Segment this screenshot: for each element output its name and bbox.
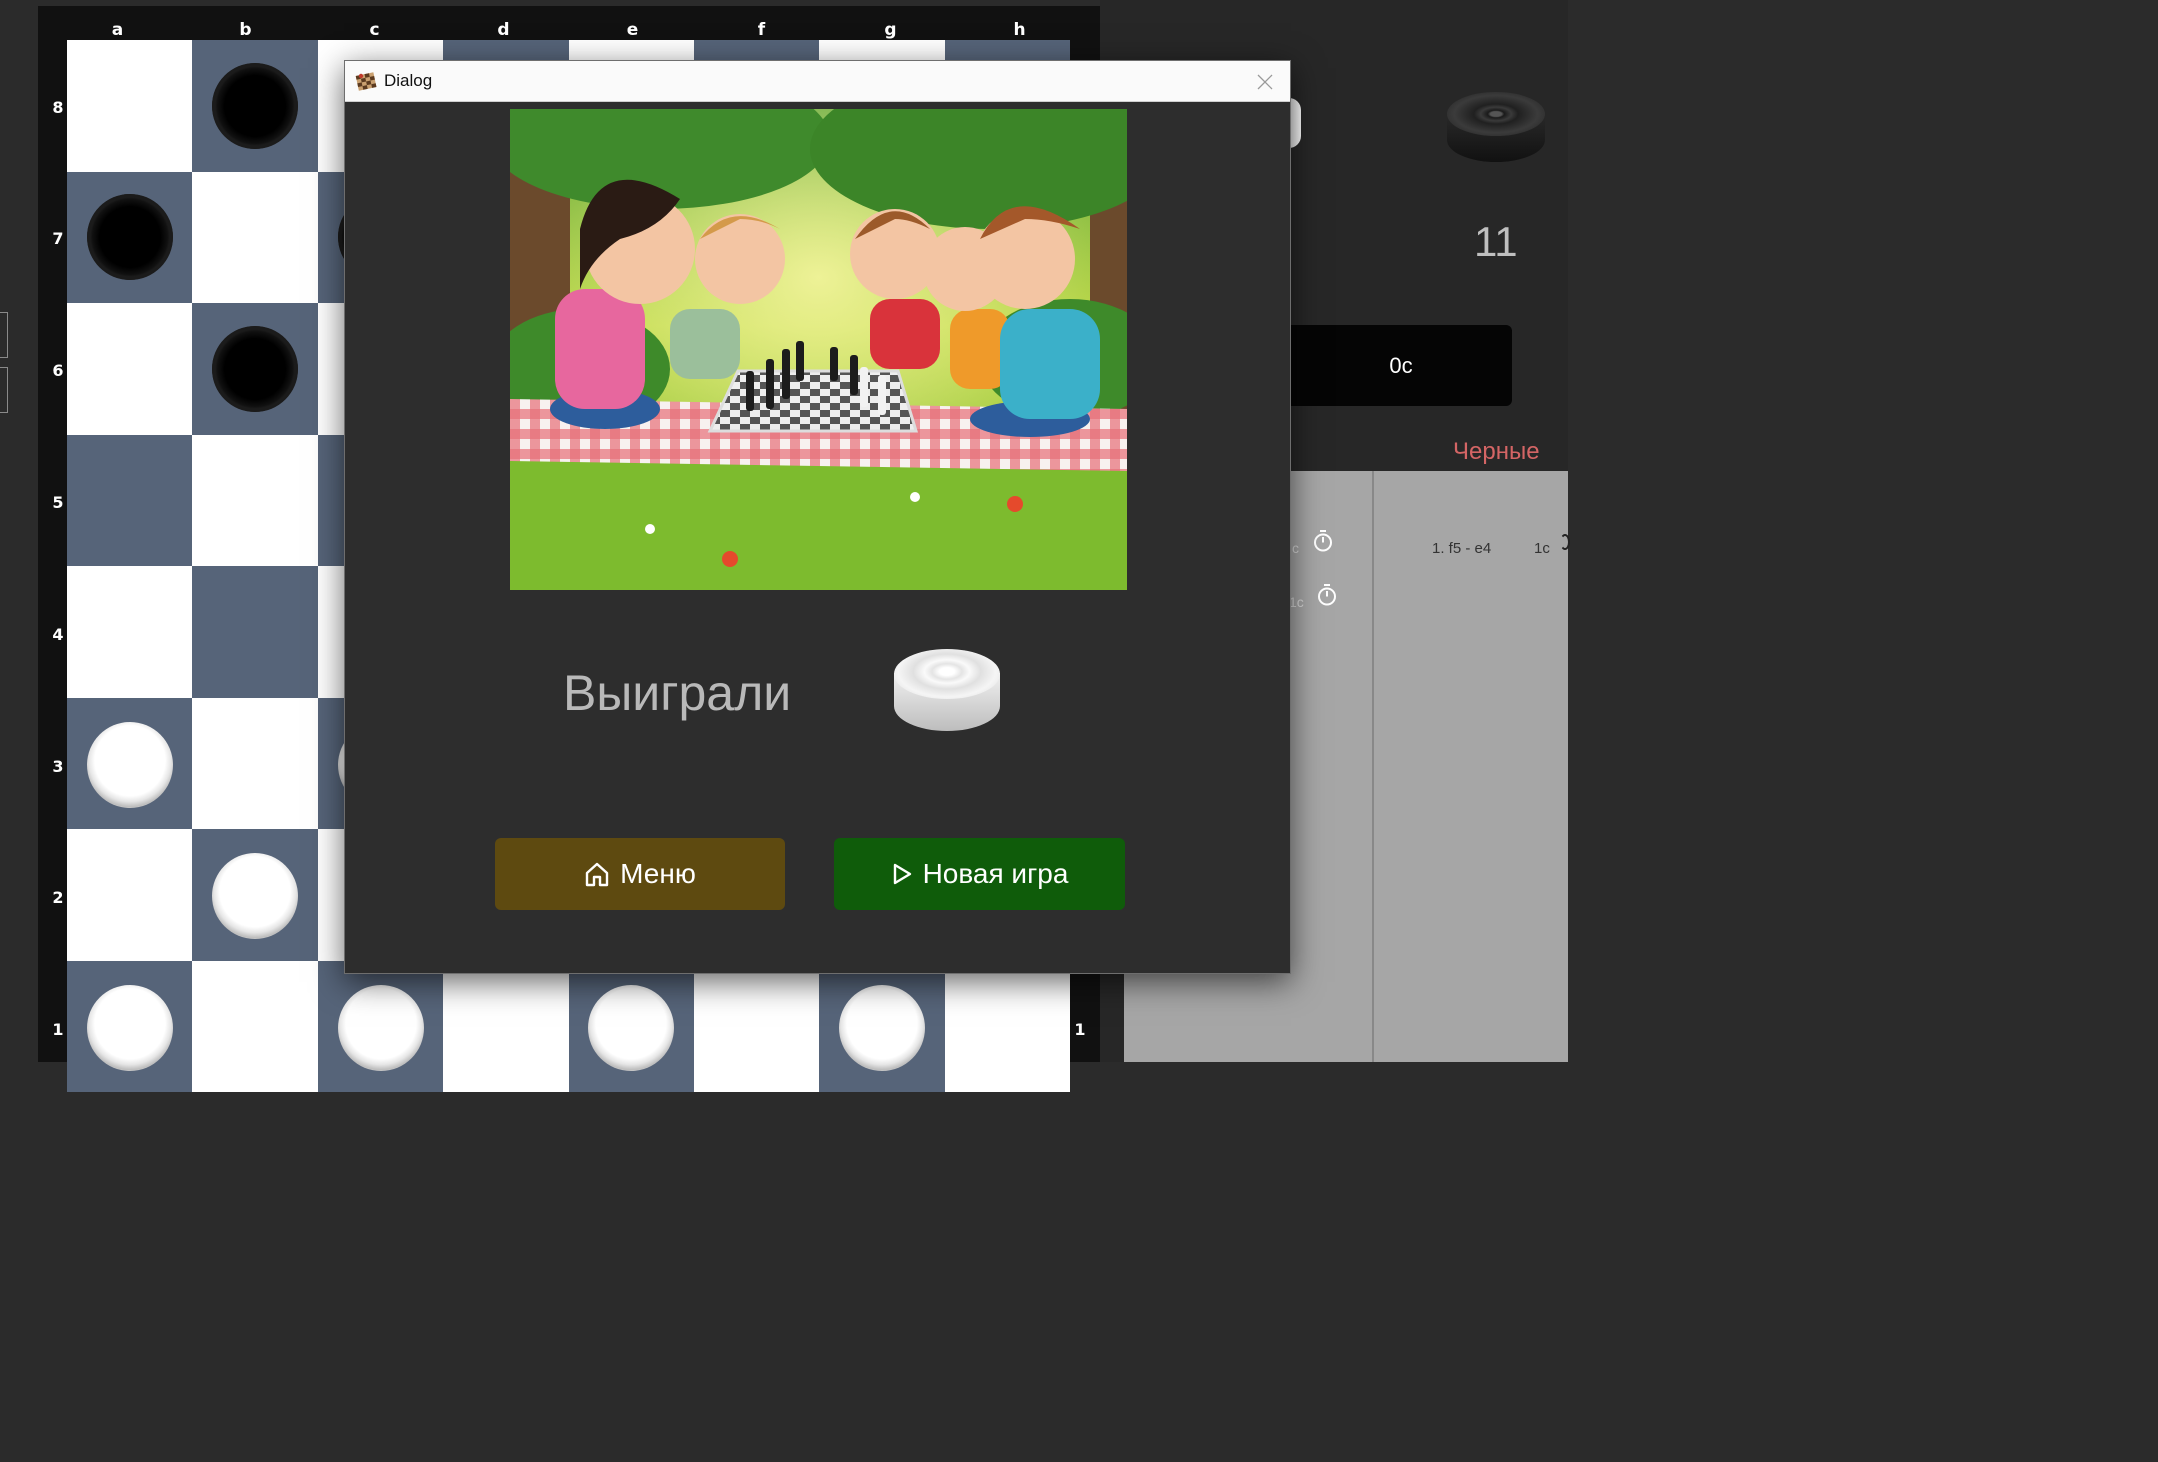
board-square[interactable] — [192, 697, 318, 829]
timer-display: 0с — [1290, 325, 1512, 406]
white-checker[interactable] — [588, 985, 674, 1071]
board-square[interactable] — [67, 566, 193, 698]
moves-divider — [1372, 471, 1374, 1062]
board-square[interactable] — [192, 566, 318, 698]
move-time: 1с — [1534, 540, 1550, 557]
edge-control[interactable] — [0, 312, 8, 358]
new-game-button[interactable]: Новая игра — [834, 838, 1125, 910]
move-entry[interactable]: 1. f5 - e4 — [1432, 540, 1491, 557]
stopwatch-icon — [1318, 584, 1336, 606]
rank-label: 4 — [52, 625, 64, 644]
dialog-title: Dialog — [384, 71, 433, 90]
white-checker[interactable] — [87, 985, 173, 1071]
player-label: Черные — [1453, 438, 1540, 465]
menu-button-label: Меню — [620, 858, 696, 889]
rank-label: 7 — [52, 229, 64, 248]
rank-label: 5 — [52, 493, 64, 512]
rank-label: 1 — [52, 1020, 64, 1039]
file-label: d — [497, 20, 510, 40]
file-label: e — [626, 20, 639, 40]
board-square[interactable] — [944, 960, 1071, 1092]
white-checker[interactable] — [87, 722, 173, 808]
white-checker[interactable] — [338, 985, 424, 1071]
board-square[interactable] — [67, 434, 193, 566]
file-label: g — [884, 20, 897, 40]
white-checker[interactable] — [212, 853, 298, 939]
file-label: f — [757, 20, 766, 40]
white-checker-icon — [894, 649, 1000, 731]
file-label: b — [239, 20, 252, 40]
move-time: с — [1292, 540, 1299, 556]
board-square[interactable] — [192, 171, 318, 303]
move-time: 1с — [1289, 594, 1304, 610]
black-checker[interactable] — [212, 63, 298, 149]
piece-count: 11 — [1474, 218, 1518, 265]
black-checker[interactable] — [87, 194, 173, 280]
checkerboard-icon — [355, 72, 377, 91]
menu-button[interactable]: Меню — [495, 838, 785, 910]
board-square[interactable] — [67, 829, 193, 961]
board-square[interactable] — [192, 960, 318, 1092]
play-icon — [893, 863, 911, 885]
game-over-dialog: Dialog Выиграли Меню Новая игра — [344, 60, 1291, 974]
timer-value: 0с — [1389, 352, 1413, 378]
rank-label: 8 — [52, 98, 64, 117]
rank-label: 1 — [1074, 1020, 1086, 1039]
stopwatch-icon — [1314, 530, 1332, 552]
left-edge-panel — [0, 0, 38, 1062]
black-checker[interactable] — [212, 326, 298, 412]
edge-control[interactable] — [0, 367, 8, 413]
dialog-titlebar[interactable]: Dialog — [345, 61, 1290, 102]
black-checker-icon — [1447, 92, 1545, 162]
home-icon — [585, 862, 609, 887]
board-square[interactable] — [694, 960, 820, 1092]
white-checker[interactable] — [839, 985, 925, 1071]
new-game-button-label: Новая игра — [922, 858, 1069, 889]
close-icon — [1257, 74, 1273, 90]
file-label: h — [1013, 20, 1026, 40]
result-text: Выиграли — [563, 665, 792, 721]
rank-label: 2 — [52, 888, 64, 907]
board-square[interactable] — [67, 40, 193, 172]
board-square[interactable] — [67, 303, 193, 435]
board-square[interactable] — [443, 960, 569, 1092]
rank-label: 3 — [52, 757, 64, 776]
rank-label: 6 — [52, 361, 64, 380]
kids-playing-chess-illustration — [510, 109, 1127, 590]
close-button[interactable] — [1245, 67, 1285, 97]
stopwatch-icon — [1560, 534, 1570, 550]
file-label: c — [369, 20, 380, 40]
file-label: a — [111, 20, 124, 40]
board-square[interactable] — [192, 434, 318, 566]
